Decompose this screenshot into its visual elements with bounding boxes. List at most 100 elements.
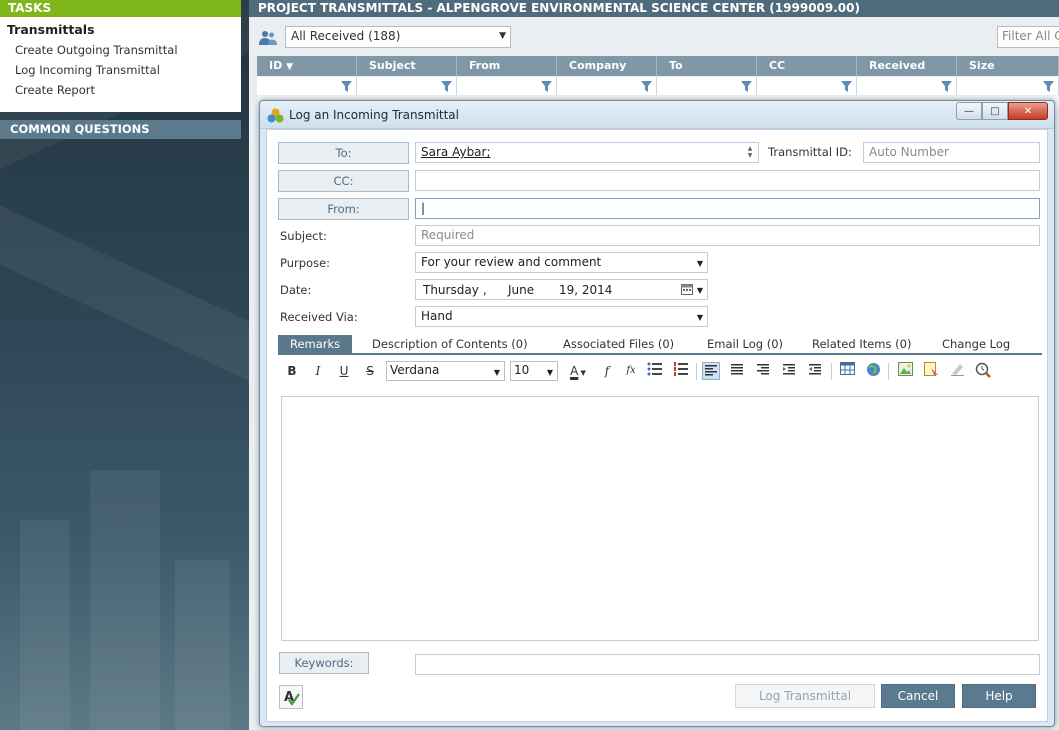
common-questions-header[interactable]: COMMON QUESTIONS (0, 120, 241, 139)
view-select[interactable]: All Received (188) ▼ (285, 26, 511, 48)
italic-button[interactable]: I (309, 362, 327, 380)
indent-button[interactable] (780, 362, 798, 380)
funnel-icon[interactable] (441, 81, 452, 92)
chevron-down-icon: ▼ (499, 31, 506, 41)
funnel-icon[interactable] (941, 81, 952, 92)
tab-associated-files[interactable]: Associated Files (0) (563, 335, 674, 354)
spell-options-button[interactable] (974, 362, 992, 380)
toolbar-divider (696, 363, 697, 380)
funnel-icon[interactable] (1043, 81, 1054, 92)
people-icon (259, 31, 277, 45)
column-header-from[interactable]: From (457, 56, 557, 76)
column-filter[interactable] (957, 77, 1059, 95)
column-header-to[interactable]: To (657, 56, 757, 76)
funnel-icon[interactable] (741, 81, 752, 92)
transmittal-id-field[interactable]: Auto Number (863, 142, 1040, 163)
insert-link-button[interactable] (864, 362, 882, 380)
formula-button[interactable]: fx (622, 362, 640, 380)
numbered-list-button[interactable] (672, 362, 690, 380)
strikethrough-button[interactable]: S (361, 362, 379, 380)
close-button[interactable]: ✕ (1008, 102, 1048, 120)
column-filter[interactable] (457, 77, 557, 95)
column-header-size[interactable]: Size (957, 56, 1059, 76)
minimize-button[interactable]: — (956, 102, 982, 120)
date-picker[interactable]: Thursday , June 19, 2014 ▼ (415, 279, 708, 300)
column-filter[interactable] (657, 77, 757, 95)
function-button[interactable]: f (598, 362, 616, 380)
date-month[interactable]: June (508, 283, 534, 297)
clear-format-button[interactable] (948, 362, 966, 380)
dialog-titlebar[interactable]: Log an Incoming Transmittal — □ ✕ (260, 101, 1054, 129)
help-button[interactable]: Help (962, 684, 1036, 708)
subject-label: Subject: (280, 229, 327, 243)
column-filter[interactable] (257, 77, 357, 95)
font-size-select[interactable]: 10 ▼ (510, 361, 558, 381)
tab-email-log[interactable]: Email Log (0) (707, 335, 783, 354)
create-report-link[interactable]: Create Report (15, 83, 95, 97)
date-separator: , (483, 283, 487, 297)
outdent-button[interactable] (806, 362, 824, 380)
funnel-icon[interactable] (641, 81, 652, 92)
bullet-list-button[interactable] (646, 362, 664, 380)
from-address-button[interactable]: From: (278, 198, 409, 220)
insert-table-button[interactable] (838, 362, 856, 380)
column-filter[interactable] (757, 77, 857, 95)
highlight-button[interactable] (922, 362, 940, 380)
funnel-icon[interactable] (841, 81, 852, 92)
calendar-icon[interactable] (681, 283, 693, 295)
grid-filter-row (257, 77, 1059, 95)
funnel-icon[interactable] (541, 81, 552, 92)
column-header-company[interactable]: Company (557, 56, 657, 76)
insert-image-button[interactable] (896, 362, 914, 380)
purpose-select[interactable]: For your review and comment ▼ (415, 252, 708, 273)
column-filter[interactable] (357, 77, 457, 95)
chevron-down-icon: ▼ (493, 368, 500, 377)
log-incoming-transmittal-link[interactable]: Log Incoming Transmittal (15, 63, 160, 77)
spell-check-button[interactable]: A (279, 685, 303, 709)
cancel-button[interactable]: Cancel (881, 684, 955, 708)
align-left-icon (705, 365, 717, 376)
to-address-button[interactable]: To: (278, 142, 409, 164)
date-day-year[interactable]: 19, 2014 (559, 283, 612, 297)
log-transmittal-button[interactable]: Log Transmittal (735, 684, 875, 708)
page-title: PROJECT TRANSMITTALS - ALPENGROVE ENVIRO… (249, 0, 1059, 17)
font-family-select[interactable]: Verdana ▼ (386, 361, 505, 381)
to-field[interactable]: Sara Aybar; ▲ ▼ (415, 142, 759, 163)
date-label: Date: (280, 283, 312, 297)
underline-button[interactable]: U (335, 362, 353, 380)
maximize-button[interactable]: □ (982, 102, 1008, 120)
font-size-value: 10 (514, 363, 530, 377)
spinner-icon[interactable]: ▲ ▼ (744, 145, 756, 160)
subject-field[interactable]: Required (415, 225, 1040, 246)
toolbar-divider (888, 363, 889, 380)
column-filter[interactable] (857, 77, 957, 95)
cc-address-button[interactable]: CC: (278, 170, 409, 192)
column-header-received[interactable]: Received (857, 56, 957, 76)
remarks-editor[interactable] (281, 396, 1039, 641)
tab-remarks[interactable]: Remarks (278, 335, 353, 354)
from-field[interactable]: | (415, 198, 1040, 219)
date-weekday[interactable]: Thursday (423, 283, 479, 297)
filter-all-input[interactable]: Filter All C (997, 26, 1059, 48)
align-left-button[interactable] (702, 362, 720, 380)
column-filter[interactable] (557, 77, 657, 95)
create-outgoing-transmittal-link[interactable]: Create Outgoing Transmittal (15, 43, 178, 57)
received-via-select[interactable]: Hand ▼ (415, 306, 708, 327)
sort-down-icon: ▼ (286, 62, 293, 72)
column-header-cc[interactable]: CC (757, 56, 857, 76)
align-right-button[interactable] (754, 362, 772, 380)
keywords-field[interactable] (415, 654, 1040, 675)
column-header-subject[interactable]: Subject (357, 56, 457, 76)
to-recipient[interactable]: Sara Aybar; (421, 145, 491, 159)
font-color-button[interactable]: A ▼ (565, 362, 591, 380)
cc-field[interactable] (415, 170, 1040, 191)
tab-description-of-contents[interactable]: Description of Contents (0) (372, 335, 528, 354)
align-center-button[interactable] (728, 362, 746, 380)
tab-change-log[interactable]: Change Log (942, 335, 1010, 354)
bold-button[interactable]: B (283, 362, 301, 380)
column-header-id[interactable]: ID ▼ (257, 56, 357, 76)
funnel-icon[interactable] (341, 81, 352, 92)
keywords-button[interactable]: Keywords: (279, 652, 369, 674)
tab-related-items[interactable]: Related Items (0) (812, 335, 911, 354)
log-incoming-transmittal-dialog: Log an Incoming Transmittal — □ ✕ To: Sa… (259, 100, 1055, 727)
